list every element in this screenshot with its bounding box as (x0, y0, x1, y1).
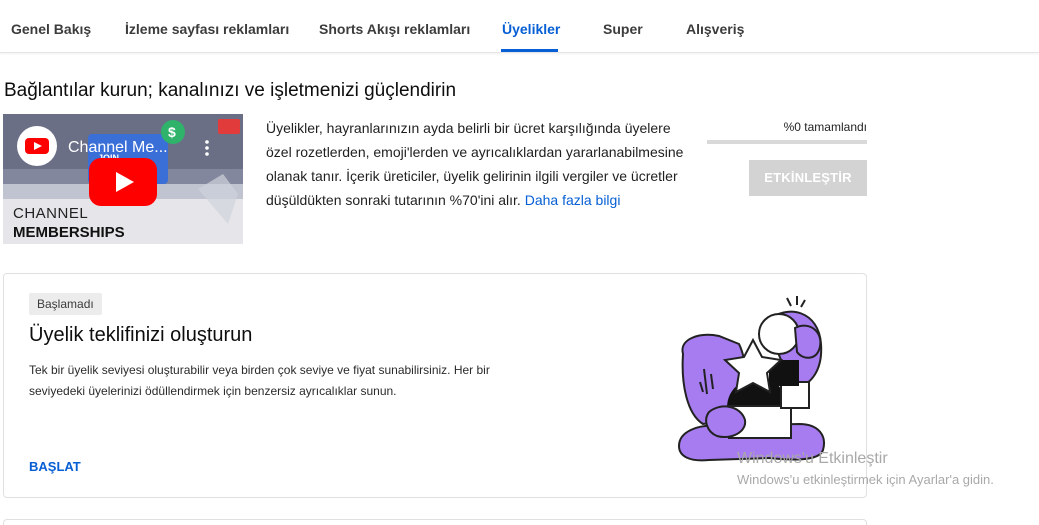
card-description: Tek bir üyelik seviyesi oluşturabilir ve… (29, 363, 490, 398)
tab-overview[interactable]: Genel Bakış (11, 21, 91, 37)
membership-illustration (677, 296, 825, 462)
next-card-edge (3, 519, 867, 525)
card-title: Üyelik teklifinizi oluşturun (29, 324, 253, 346)
memberships-description: Üyelikler, hayranlarınızın ayda belirli … (266, 116, 686, 212)
active-tab-indicator (501, 49, 558, 52)
watermark-subtitle: Windows'u etkinleştirmek için Ayarlar'a … (737, 472, 994, 487)
thumbnail-line1: CHANNEL (13, 205, 88, 222)
status-badge: Başlamadı (29, 293, 102, 315)
progress-bar (707, 140, 867, 144)
tab-watch-page-ads[interactable]: İzleme sayfası reklamları (125, 21, 289, 37)
description-text: Üyelikler, hayranlarınızın ayda belirli … (266, 120, 684, 208)
dollar-sign: $ (168, 124, 176, 140)
page-heading: Bağlantılar kurun; kanalınızı ve işletme… (4, 80, 457, 101)
tab-shorts-feed-ads[interactable]: Shorts Akışı reklamları (319, 21, 470, 37)
tab-shopping[interactable]: Alışveriş (686, 21, 744, 37)
thumbnail-line2: MEMBERSHIPS (13, 224, 125, 241)
learn-more-link[interactable]: Daha fazla bilgi (525, 192, 621, 208)
start-button[interactable]: BAŞLAT (29, 459, 81, 474)
windows-activation-watermark: Windows'u Etkinleştir Windows'u etkinleş… (737, 450, 994, 487)
tab-bar: Genel Bakış İzleme sayfası reklamları Sh… (0, 0, 1039, 53)
tab-super[interactable]: Super (603, 21, 643, 37)
tab-memberships[interactable]: Üyelikler (502, 21, 560, 37)
video-thumbnail[interactable]: Channel Me... JOIN $ CHANNEL MEMBERSHIPS (3, 114, 243, 244)
progress-label: %0 tamamlandı (783, 120, 867, 134)
activate-button[interactable]: ETKİNLEŞTİR (749, 160, 867, 196)
video-thumbnail-art: Channel Me... JOIN $ CHANNEL MEMBERSHIPS (3, 114, 243, 244)
watermark-title: Windows'u Etkinleştir (737, 450, 888, 467)
